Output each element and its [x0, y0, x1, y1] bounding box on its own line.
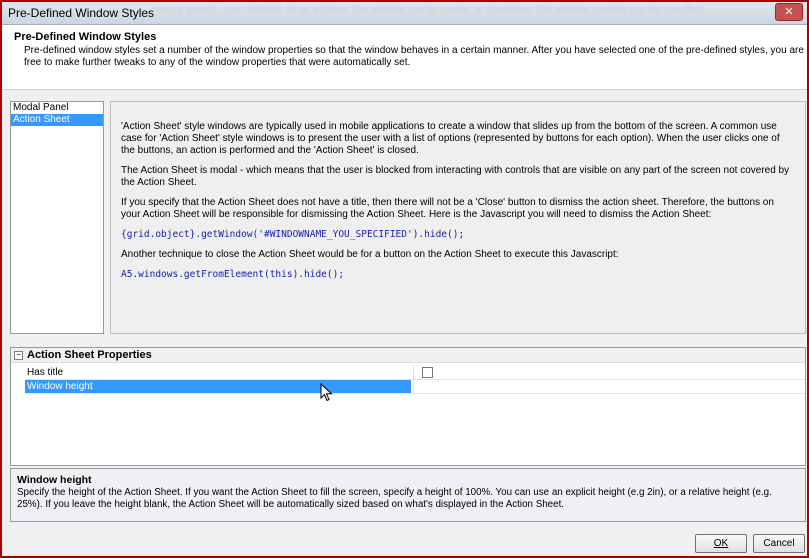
- ok-button[interactable]: OK: [695, 534, 747, 553]
- style-list-item-action-sheet[interactable]: Action Sheet: [11, 114, 103, 126]
- cancel-button-label: Cancel: [763, 538, 795, 549]
- description-paragraph: 'Action Sheet' style windows are typical…: [121, 121, 780, 156]
- mouse-pointer-icon: [320, 383, 333, 402]
- property-row-has-title[interactable]: Has title: [25, 366, 805, 380]
- dialog-window: Pre-Defined Window Styles (wen a generic…: [2, 2, 807, 556]
- title-bar[interactable]: Pre-Defined Window Styles (wen a generic…: [2, 2, 807, 25]
- code-snippet-hide-window: {grid.object}.getWindow('#WINDOWNAME_YOU…: [121, 229, 465, 240]
- description-paragraph: Another technique to close the Action Sh…: [121, 249, 619, 260]
- property-label: Has title: [27, 367, 64, 378]
- help-panel: Window height Specify the height of the …: [10, 468, 806, 522]
- property-grid: − Action Sheet Properties Has title Wind…: [10, 347, 806, 466]
- property-value-cell[interactable]: [413, 366, 804, 379]
- style-description-panel: 'Action Sheet' style windows are typical…: [110, 101, 806, 334]
- close-button[interactable]: ✕: [775, 3, 803, 21]
- header-description: Pre-defined window styles set a number o…: [24, 45, 804, 68]
- dialog-header: Pre-Defined Window Styles Pre-defined wi…: [2, 25, 807, 90]
- description-paragraph: If you specify that the Action Sheet doe…: [121, 197, 774, 220]
- background-window-text: (wen a generic, user defined, large wind…: [152, 5, 704, 15]
- style-list[interactable]: Modal Panel Action Sheet: [10, 101, 104, 334]
- property-section-title: Action Sheet Properties: [27, 349, 152, 361]
- property-label: Window height: [25, 380, 411, 393]
- cancel-button[interactable]: Cancel: [753, 534, 805, 553]
- style-list-item-modal-panel[interactable]: Modal Panel: [11, 102, 103, 114]
- has-title-checkbox[interactable]: [422, 367, 433, 378]
- help-title: Window height: [17, 474, 92, 486]
- description-paragraph: The Action Sheet is modal - which means …: [121, 165, 790, 188]
- property-row-window-height[interactable]: Window height: [25, 380, 805, 394]
- help-text: Specify the height of the Action Sheet. …: [17, 487, 772, 510]
- window-title: Pre-Defined Window Styles: [8, 6, 155, 20]
- ok-button-label: OK: [713, 538, 729, 549]
- code-snippet-hide-element: A5.windows.getFromElement(this).hide();: [121, 269, 345, 280]
- property-section-header[interactable]: − Action Sheet Properties: [11, 348, 805, 363]
- header-title: Pre-Defined Window Styles: [14, 31, 157, 43]
- window-height-input[interactable]: [413, 380, 804, 393]
- collapse-icon[interactable]: −: [14, 351, 23, 360]
